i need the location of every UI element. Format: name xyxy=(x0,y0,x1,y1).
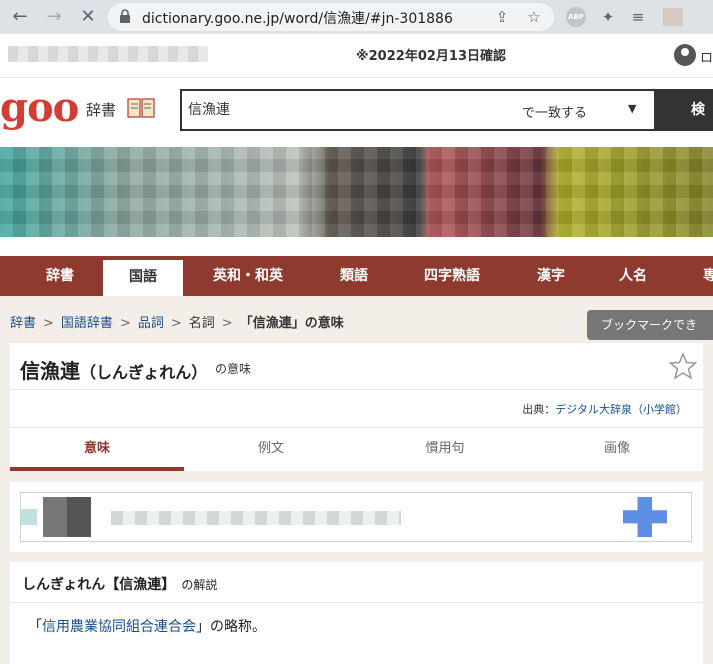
dictionary-label: 辞書 xyxy=(86,101,117,119)
explanation-card: しんぎょれん【信漁連】 の解説 「信用農業協同組合連合会」の略称。 xyxy=(10,562,703,664)
search-box: で一致する ▼ xyxy=(180,89,656,131)
inline-ad[interactable] xyxy=(20,492,692,542)
blurred-ad-content xyxy=(111,511,401,525)
breadcrumb: 辞書 > 国語辞書 > 品詞 > 名詞 > 「信漁連」の意味 xyxy=(10,312,344,331)
nav-item-yojijukugo[interactable]: 四字熟語 xyxy=(408,256,496,296)
forward-icon[interactable]: → xyxy=(42,5,66,29)
goo-logo[interactable]: goo xyxy=(0,84,79,131)
explanation-heading: しんぎょれん【信漁連】 xyxy=(22,577,176,593)
info-bar: ※2022年02月13日確認 ロ xyxy=(0,34,713,78)
explanation-suffix: の解説 xyxy=(181,578,218,592)
media-control-icon[interactable]: ≡ xyxy=(628,7,648,27)
back-icon[interactable]: ← xyxy=(8,5,32,29)
tab-meaning[interactable]: 意味 xyxy=(10,427,184,471)
url-text: dictionary.goo.ne.jp/word/信漁連/#jn-301886 xyxy=(142,11,453,27)
book-icon xyxy=(127,98,155,118)
user-icon[interactable] xyxy=(674,44,696,66)
divider xyxy=(10,602,703,603)
source-label: 出典： xyxy=(522,403,556,416)
nav-item-specialty[interactable]: 専 xyxy=(695,256,713,296)
quote-open: 「 xyxy=(28,619,42,635)
breadcrumb-separator: > xyxy=(170,316,182,331)
nav-item-dictionary[interactable]: 辞書 xyxy=(18,256,102,296)
extensions-icon[interactable]: ✦ xyxy=(598,7,618,27)
tab-idioms[interactable]: 慣用句 xyxy=(358,427,532,471)
search-button[interactable]: 検索 xyxy=(655,89,713,131)
breadcrumb-separator: > xyxy=(221,316,233,331)
tab-examples[interactable]: 例文 xyxy=(184,427,358,471)
headword: 信漁連 xyxy=(20,359,80,383)
quote-close: 」の略称。 xyxy=(196,619,266,635)
blurred-ad-content xyxy=(43,497,91,537)
nav-item-thesaurus[interactable]: 類語 xyxy=(318,256,390,296)
blurred-ad-content xyxy=(623,497,667,537)
checked-date: ※2022年02月13日確認 xyxy=(356,49,507,64)
caret-down-icon[interactable]: ▼ xyxy=(628,102,636,115)
bookmark-star-icon[interactable] xyxy=(669,352,697,380)
blurred-ad-content xyxy=(21,509,37,525)
divider xyxy=(10,389,703,390)
entry-suffix: の意味 xyxy=(215,362,252,376)
adblock-extension-icon[interactable]: ABP xyxy=(566,7,586,27)
definition-link[interactable]: 信用農業協同組合連合会 xyxy=(42,619,196,635)
stop-icon[interactable]: ✕ xyxy=(76,5,100,29)
match-mode-select[interactable]: で一致する xyxy=(522,102,587,121)
nav-item-japanese[interactable]: 国語 xyxy=(103,260,183,296)
breadcrumb-japanese-dictionary[interactable]: 国語辞書 xyxy=(61,316,113,331)
inline-ad-container xyxy=(10,482,703,552)
nav-item-names[interactable]: 人名 xyxy=(597,256,669,296)
profile-avatar[interactable] xyxy=(663,8,683,26)
bookmark-star-icon[interactable]: ☆ xyxy=(524,7,544,27)
breadcrumb-noun: 名詞 xyxy=(188,316,215,331)
login-link[interactable]: ロ xyxy=(700,47,713,66)
browser-toolbar: ← → ✕ dictionary.goo.ne.jp/word/信漁連/#jn-… xyxy=(0,0,713,34)
headword-reading: （しんぎょれん） xyxy=(80,363,208,382)
breadcrumb-dictionary[interactable]: 辞書 xyxy=(10,316,36,331)
breadcrumb-current: 「信漁連」の意味 xyxy=(239,316,344,331)
breadcrumb-separator: > xyxy=(43,316,54,331)
bookmark-tooltip: ブックマークでき xyxy=(587,310,713,340)
entry-headword: 信漁連（しんぎょれん） xyxy=(20,355,207,384)
search-input[interactable] xyxy=(188,101,488,117)
address-bar[interactable]: dictionary.goo.ne.jp/word/信漁連/#jn-301886… xyxy=(108,3,554,31)
explanation-body: 「信用農業協同組合連合会」の略称。 xyxy=(28,616,266,636)
tab-images[interactable]: 画像 xyxy=(530,427,704,471)
share-icon[interactable]: ⇪ xyxy=(492,7,512,27)
breadcrumb-separator: > xyxy=(119,316,131,331)
entry-card: 信漁連（しんぎょれん） の意味 出典：デジタル大辞泉（小学館） 意味 例文 慣用… xyxy=(10,343,703,471)
nav-item-kanji[interactable]: 漢字 xyxy=(515,256,587,296)
nav-item-english[interactable]: 英和・和英 xyxy=(200,256,296,296)
breadcrumb-part-of-speech[interactable]: 品詞 xyxy=(138,316,164,331)
banner-ad[interactable] xyxy=(0,147,713,237)
source-credit: 出典：デジタル大辞泉（小学館） xyxy=(522,401,687,417)
source-link[interactable]: デジタル大辞泉（小学館） xyxy=(555,403,687,416)
lock-icon xyxy=(120,9,130,23)
category-nav: 辞書 国語 英和・和英 類語 四字熟語 漢字 人名 専 xyxy=(0,256,713,296)
blurred-text xyxy=(8,46,208,62)
explanation-title: しんぎょれん【信漁連】 の解説 xyxy=(22,574,217,594)
